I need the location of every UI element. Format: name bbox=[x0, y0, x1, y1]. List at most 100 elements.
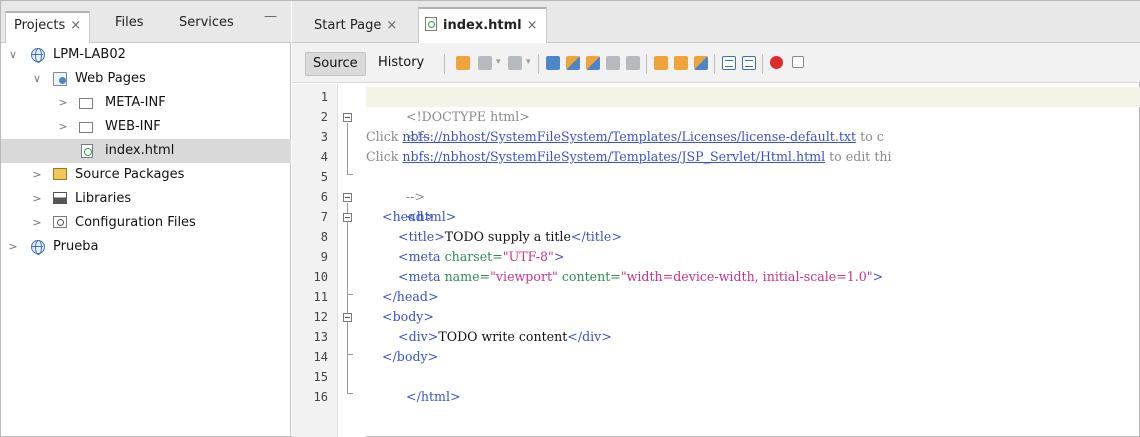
line-number: 3 bbox=[320, 130, 328, 144]
code-line: <html> bbox=[366, 187, 1140, 224]
code-line: Click nbfs://nbhost/SystemFileSystem/Tem… bbox=[366, 147, 1140, 167]
tree-node-web-pages[interactable]: ∨ Web Pages bbox=[1, 67, 291, 91]
html-file-icon bbox=[425, 17, 437, 31]
line-number: 1 bbox=[320, 90, 328, 104]
history-button[interactable]: History bbox=[371, 52, 431, 76]
html-close-tag: </html> bbox=[406, 389, 461, 404]
expand-icon[interactable]: > bbox=[31, 163, 43, 187]
next-bookmark-icon[interactable] bbox=[674, 56, 688, 70]
tree-node-label: Configuration Files bbox=[75, 215, 196, 230]
close-icon[interactable]: × bbox=[527, 18, 538, 33]
fold-toggle-icon[interactable] bbox=[343, 193, 352, 202]
expand-icon[interactable]: > bbox=[31, 211, 43, 235]
line-number-gutter: 1 2 3 4 5 6 7 8 9 10 11 12 13 14 15 16 bbox=[292, 84, 338, 437]
editor-toolbar: Source History ▾ ▾ bbox=[292, 43, 1140, 83]
code-line: <title>TODO supply a title</title> bbox=[366, 227, 1140, 247]
source-button[interactable]: Source bbox=[305, 52, 366, 76]
find-icon[interactable] bbox=[546, 56, 560, 70]
code-line: </head> bbox=[366, 287, 1140, 307]
tree-node-label: Libraries bbox=[75, 191, 132, 206]
fold-line bbox=[347, 203, 348, 393]
fold-toggle-icon[interactable] bbox=[343, 213, 352, 222]
shift-right-icon[interactable] bbox=[742, 56, 756, 70]
code-line: <!-- bbox=[366, 107, 1140, 144]
line-number: 10 bbox=[313, 270, 328, 284]
code-line: Click nbfs://nbhost/SystemFileSystem/Tem… bbox=[366, 127, 1140, 147]
line-number: 13 bbox=[313, 330, 328, 344]
tree-node-prueba[interactable]: > Prueba bbox=[1, 235, 291, 259]
expand-icon[interactable]: > bbox=[57, 115, 69, 139]
tab-services[interactable]: Services bbox=[179, 11, 234, 35]
stop-macro-icon[interactable] bbox=[792, 56, 804, 68]
collapse-icon[interactable]: ∨ bbox=[31, 67, 43, 91]
tab-start-page-label: Start Page bbox=[314, 18, 382, 33]
expand-icon[interactable]: > bbox=[31, 187, 43, 211]
globe-icon bbox=[31, 240, 45, 255]
fold-toggle-icon[interactable] bbox=[343, 313, 352, 322]
toolbar-separator bbox=[444, 54, 445, 74]
head-close-tag: </head> bbox=[382, 289, 439, 304]
find-next-icon[interactable] bbox=[586, 56, 600, 70]
toggle-highlight-icon[interactable] bbox=[606, 56, 620, 70]
tree-node-meta-inf[interactable]: > META-INF bbox=[1, 91, 291, 115]
license-link[interactable]: nbfs://nbhost/SystemFileSystem/Templates… bbox=[402, 129, 856, 144]
line-number: 12 bbox=[313, 310, 328, 324]
tab-index-html[interactable]: index.html × bbox=[418, 7, 547, 43]
head-tag: <head> bbox=[382, 209, 435, 224]
code-editor[interactable]: 1 2 3 4 5 6 7 8 9 10 11 12 13 14 15 16 <… bbox=[292, 84, 1140, 437]
collapse-icon[interactable]: ∨ bbox=[7, 43, 19, 67]
line-number: 2 bbox=[320, 110, 328, 124]
tab-projects-label: Projects bbox=[14, 18, 66, 33]
panel-tab-bar: Projects × Files Services — bbox=[1, 1, 291, 43]
line-number: 8 bbox=[320, 230, 328, 244]
tree-node-label: Prueba bbox=[53, 239, 99, 254]
minimize-icon[interactable]: — bbox=[264, 9, 277, 24]
last-edit-icon[interactable] bbox=[456, 56, 470, 70]
tree-node-source-packages[interactable]: > Source Packages bbox=[1, 163, 291, 187]
toolbar-separator bbox=[538, 54, 539, 74]
rectangular-selection-icon[interactable] bbox=[626, 56, 640, 70]
projects-panel: Projects × Files Services — ∨ LPM-LAB02 ∨… bbox=[1, 1, 291, 437]
expand-icon[interactable]: > bbox=[7, 235, 19, 259]
fold-margin bbox=[338, 84, 366, 437]
meta-tag: <meta bbox=[398, 249, 445, 264]
meta-tag: <meta bbox=[398, 269, 445, 284]
chevron-down-icon[interactable]: ▾ bbox=[526, 57, 531, 67]
tree-node-configuration-files[interactable]: > Configuration Files bbox=[1, 211, 291, 235]
line-number: 16 bbox=[313, 390, 328, 404]
tab-services-label: Services bbox=[179, 15, 234, 30]
close-icon[interactable]: × bbox=[386, 18, 397, 33]
fold-toggle-icon[interactable] bbox=[343, 113, 352, 122]
comment-text: Click bbox=[366, 129, 403, 144]
tab-start-page[interactable]: Start Page × bbox=[314, 11, 397, 41]
tab-files[interactable]: Files bbox=[115, 11, 144, 35]
chevron-down-icon[interactable]: ▾ bbox=[496, 57, 501, 67]
previous-bookmark-icon[interactable] bbox=[654, 56, 668, 70]
attr-value: "width=device-width, initial-scale=1.0" bbox=[620, 269, 873, 284]
close-icon[interactable]: × bbox=[70, 18, 81, 33]
toolbar-separator bbox=[646, 54, 647, 74]
project-tree: ∨ LPM-LAB02 ∨ Web Pages > META-INF > WEB… bbox=[1, 43, 291, 259]
line-number: 5 bbox=[320, 170, 328, 184]
toggle-bookmark-icon[interactable] bbox=[694, 56, 708, 70]
code-line: </body> bbox=[366, 347, 1140, 367]
record-macro-icon[interactable] bbox=[770, 56, 783, 69]
package-icon bbox=[53, 168, 67, 180]
tree-node-lpm-lab02[interactable]: ∨ LPM-LAB02 bbox=[1, 43, 291, 67]
tree-node-index-html[interactable]: index.html bbox=[1, 139, 291, 163]
template-link[interactable]: nbfs://nbhost/SystemFileSystem/Templates… bbox=[402, 149, 825, 164]
fold-end bbox=[347, 354, 353, 355]
forward-icon[interactable] bbox=[508, 56, 522, 70]
find-previous-icon[interactable] bbox=[566, 56, 580, 70]
globe-icon bbox=[31, 48, 45, 63]
tree-node-web-inf[interactable]: > WEB-INF bbox=[1, 115, 291, 139]
expand-icon[interactable]: > bbox=[57, 91, 69, 115]
shift-left-icon[interactable] bbox=[722, 56, 736, 70]
tag-end: > bbox=[872, 269, 884, 284]
back-icon[interactable] bbox=[478, 56, 492, 70]
code-line: <!DOCTYPE html> bbox=[366, 87, 1140, 124]
code-text[interactable]: <!DOCTYPE html> <!-- Click nbfs://nbhost… bbox=[366, 84, 1140, 437]
code-line: </html> bbox=[366, 367, 1140, 404]
tree-node-libraries[interactable]: > Libraries bbox=[1, 187, 291, 211]
tab-projects[interactable]: Projects × bbox=[5, 11, 91, 43]
